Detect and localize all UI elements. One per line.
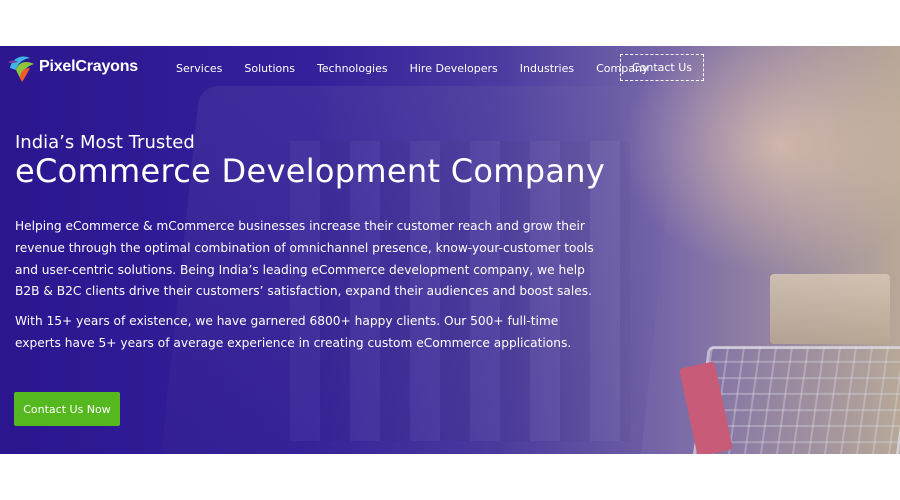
hero-paragraph-2: With 15+ years of existence, we have gar… (15, 314, 572, 350)
hero-paragraph-1: Helping eCommerce & mCommerce businesses… (15, 219, 594, 299)
nav-item-hire-developers[interactable]: Hire Developers (410, 62, 498, 75)
hero-subtitle: India’s Most Trusted (15, 132, 195, 153)
pixelcrayons-logo-icon (6, 50, 38, 84)
hero-title: eCommerce Development Company (15, 152, 606, 190)
nav-item-industries[interactable]: Industries (520, 62, 574, 75)
logo[interactable]: PixelCrayons (6, 50, 138, 84)
nav-item-services[interactable]: Services (176, 62, 222, 75)
package-box-image (770, 274, 890, 344)
nav-item-technologies[interactable]: Technologies (317, 62, 388, 75)
contact-us-now-button[interactable]: Contact Us Now (14, 392, 120, 426)
main-menu: Services Solutions Technologies Hire Dev… (176, 46, 670, 90)
nav-item-solutions[interactable]: Solutions (244, 62, 295, 75)
logo-text: PixelCrayons (39, 58, 138, 75)
top-navigation: PixelCrayons Services Solutions Technolo… (0, 46, 900, 90)
contact-us-button[interactable]: Contact Us (620, 54, 704, 81)
